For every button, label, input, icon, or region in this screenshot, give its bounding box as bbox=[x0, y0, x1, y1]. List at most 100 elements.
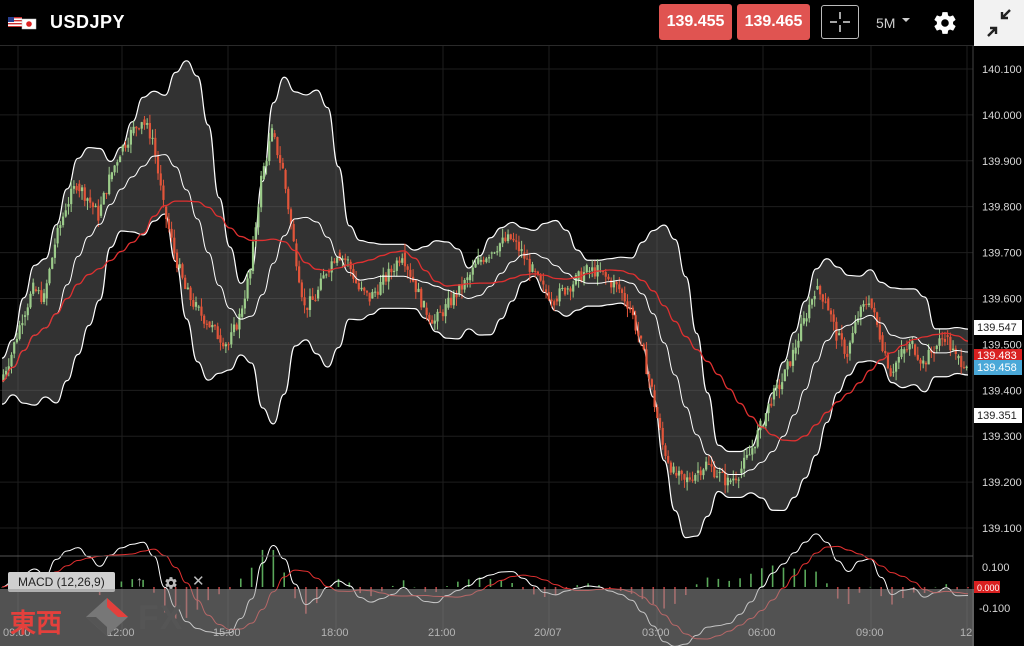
timeframe-selector[interactable]: 5M bbox=[876, 15, 895, 31]
candle-body bbox=[260, 175, 263, 208]
macd-histogram-bar bbox=[250, 567, 253, 587]
candle-body bbox=[715, 476, 719, 478]
candle-body bbox=[300, 282, 303, 298]
candle-body bbox=[4, 370, 8, 375]
candle-body bbox=[740, 468, 743, 473]
candle-body bbox=[257, 207, 260, 228]
candle-body bbox=[15, 338, 19, 343]
candle-body bbox=[127, 144, 130, 148]
candle-body bbox=[303, 297, 306, 306]
candle-body bbox=[653, 390, 656, 407]
indicator-settings-icon[interactable] bbox=[164, 576, 178, 590]
candle-body bbox=[254, 227, 257, 242]
candle-body bbox=[165, 206, 168, 219]
candle-body bbox=[61, 216, 65, 226]
candle-body bbox=[344, 258, 347, 261]
macd-histogram-bar bbox=[760, 568, 763, 587]
candle-body bbox=[542, 280, 545, 285]
price-tick-label: 139.600 bbox=[982, 294, 1022, 306]
candle-body bbox=[173, 237, 176, 254]
candle-body bbox=[273, 133, 276, 138]
candle-body bbox=[705, 461, 708, 470]
macd-histogram-bar bbox=[457, 581, 459, 587]
symbol-title[interactable]: USDJPY bbox=[50, 12, 125, 33]
candle-body bbox=[447, 297, 450, 308]
candle-body bbox=[360, 287, 363, 290]
candle-body bbox=[113, 165, 116, 173]
candle-body bbox=[829, 310, 833, 315]
candle-body bbox=[734, 478, 738, 481]
candle-body bbox=[170, 228, 173, 238]
candle-body bbox=[696, 470, 700, 473]
candle-body bbox=[425, 307, 428, 315]
macd-histogram-bar bbox=[804, 569, 806, 587]
close-icon[interactable]: ✕ bbox=[192, 572, 205, 590]
candle-body bbox=[501, 237, 504, 244]
candle-body bbox=[737, 479, 740, 481]
candle-body bbox=[374, 291, 377, 293]
macd-histogram-bar bbox=[131, 579, 134, 587]
candle-body bbox=[276, 137, 279, 156]
candle-body bbox=[789, 361, 792, 366]
candle-body bbox=[75, 186, 78, 191]
candle-body bbox=[900, 349, 903, 357]
candle-body bbox=[892, 371, 895, 373]
candle-body bbox=[490, 252, 493, 254]
candle-body bbox=[124, 145, 127, 148]
arrow-up-icon[interactable]: ↑ bbox=[136, 573, 143, 589]
candle-body bbox=[230, 332, 233, 345]
candle-body bbox=[216, 326, 219, 340]
candle-body bbox=[881, 335, 884, 352]
candle-body bbox=[56, 227, 59, 244]
buy-price-button[interactable]: 139.465 bbox=[737, 4, 810, 40]
candle-body bbox=[561, 287, 564, 289]
candle-body bbox=[957, 355, 960, 359]
candle-body bbox=[167, 218, 170, 229]
candle-body bbox=[751, 448, 754, 455]
fullscreen-toggle-button[interactable] bbox=[974, 0, 1024, 46]
candle-body bbox=[482, 259, 485, 263]
macd-histogram-bar bbox=[739, 578, 741, 587]
candle-body bbox=[414, 280, 417, 293]
candle-body bbox=[753, 446, 757, 449]
candle-body bbox=[694, 475, 697, 481]
candle-body bbox=[26, 307, 29, 316]
candle-body bbox=[346, 259, 350, 261]
candle-body bbox=[813, 296, 816, 300]
candle-body bbox=[314, 299, 317, 302]
candle-body bbox=[615, 281, 618, 285]
gear-icon[interactable] bbox=[932, 10, 958, 36]
candle-body bbox=[821, 294, 824, 302]
candle-body bbox=[129, 129, 132, 145]
candle-body bbox=[181, 264, 184, 278]
candle-body bbox=[626, 301, 629, 309]
candle-body bbox=[648, 374, 651, 380]
candle-body bbox=[802, 318, 805, 324]
candle-body bbox=[859, 306, 862, 317]
candle-body bbox=[642, 344, 645, 350]
sell-price-button[interactable]: 139.455 bbox=[659, 4, 732, 40]
candle-body bbox=[70, 188, 73, 205]
price-chart[interactable]: 140.100 140.000 139.900 139.800 139.700 139.6… bbox=[0, 46, 1024, 646]
chevron-down-icon[interactable] bbox=[902, 18, 910, 22]
candle-body bbox=[197, 306, 200, 308]
candle-body bbox=[783, 369, 786, 382]
candle-body bbox=[865, 304, 868, 306]
crosshair-button[interactable] bbox=[821, 5, 859, 39]
candle-body bbox=[306, 307, 309, 310]
candle-body bbox=[827, 298, 830, 311]
svg-text:139.547: 139.547 bbox=[977, 322, 1017, 334]
candle-body bbox=[132, 126, 135, 134]
candle-body bbox=[618, 284, 621, 290]
candle-body bbox=[832, 314, 835, 322]
candle-body bbox=[851, 333, 854, 343]
candle-body bbox=[873, 307, 876, 313]
candle-body bbox=[509, 234, 512, 240]
collapse-icon bbox=[987, 9, 1011, 37]
candle-body bbox=[623, 292, 626, 302]
candle-body bbox=[452, 293, 455, 306]
macd-histogram-bar bbox=[283, 572, 286, 587]
candle-body bbox=[146, 123, 149, 125]
candle-body bbox=[211, 325, 214, 328]
candle-body bbox=[946, 335, 949, 337]
